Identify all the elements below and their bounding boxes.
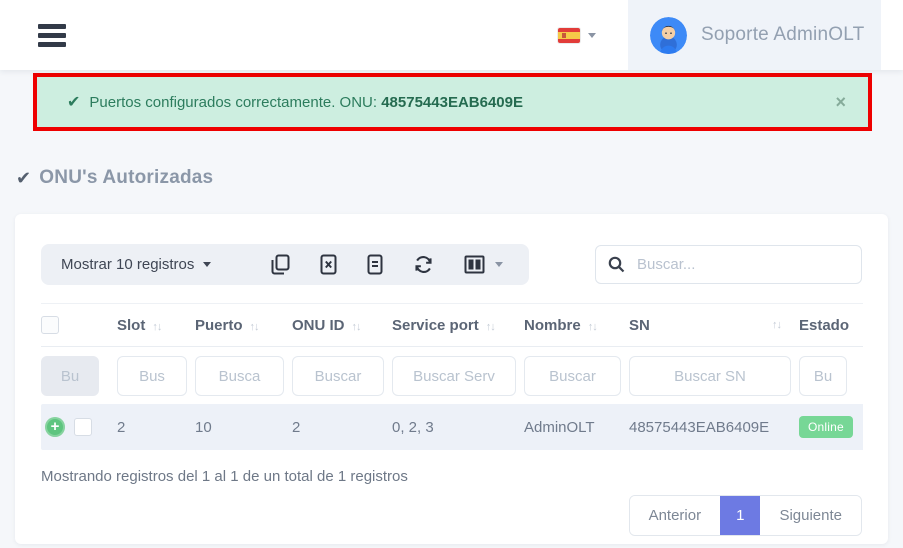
cell-slot: 2 <box>117 404 195 450</box>
cell-nombre: AdminOLT <box>524 404 629 450</box>
page-title: ✔ ONU's Autorizadas <box>16 167 903 189</box>
top-header: Soporte AdminOLT <box>0 0 903 70</box>
global-search <box>595 245 862 284</box>
sort-icon: ↑↓ <box>152 321 161 333</box>
user-avatar <box>650 17 687 54</box>
chevron-down-icon <box>495 262 503 267</box>
expand-row-icon[interactable]: + <box>45 417 65 437</box>
alert-onu-serial: 48575443EAB6409E <box>381 94 523 111</box>
filter-input-estado[interactable] <box>799 356 847 396</box>
filter-input-onu-id[interactable] <box>292 356 384 396</box>
chevron-down-icon <box>588 33 596 38</box>
sort-icon: ↑↓ <box>486 321 495 333</box>
column-header-slot[interactable]: Slot↑↓ <box>117 304 195 347</box>
status-badge: Online <box>799 416 853 438</box>
close-icon[interactable]: × <box>835 93 846 111</box>
cell-onu-id: 2 <box>292 404 392 450</box>
sort-icon: ↑↓ <box>772 319 781 331</box>
alert-message: Puertos configurados correctamente. ONU:… <box>89 94 523 111</box>
column-header-estado[interactable]: Estado <box>799 304 863 347</box>
filter-input-select <box>41 356 99 396</box>
filter-input-puerto[interactable] <box>195 356 284 396</box>
column-header-onu-id[interactable]: ONU ID↑↓ <box>292 304 392 347</box>
copy-button[interactable] <box>271 254 290 275</box>
excel-export-button[interactable] <box>320 254 337 275</box>
chevron-down-icon <box>203 262 211 267</box>
onu-table-card: Mostrar 10 registros <box>15 214 888 544</box>
check-icon: ✔ <box>67 92 80 112</box>
cell-puerto: 10 <box>195 404 292 450</box>
document-export-button[interactable] <box>367 254 383 275</box>
column-header-puerto[interactable]: Puerto↑↓ <box>195 304 292 347</box>
user-menu[interactable]: Soporte AdminOLT <box>628 0 881 70</box>
cell-sn: 48575443EAB6409E <box>629 404 799 450</box>
onu-table: Slot↑↓ Puerto↑↓ ONU ID↑↓ Service port↑↓ … <box>41 303 863 450</box>
check-icon: ✔ <box>16 168 31 189</box>
pagination: Anterior 1 Siguiente <box>629 495 862 536</box>
user-name: Soporte AdminOLT <box>701 24 864 46</box>
sort-icon: ↑↓ <box>250 321 259 333</box>
column-header-service-port[interactable]: Service port↑↓ <box>392 304 524 347</box>
search-icon <box>608 256 625 273</box>
sort-icon: ↑↓ <box>352 321 361 333</box>
success-alert: ✔ Puertos configurados correctamente. ON… <box>37 77 868 127</box>
previous-page-button[interactable]: Anterior <box>630 496 721 535</box>
sort-icon: ↑↓ <box>588 321 597 333</box>
records-info: Mostrando registros del 1 al 1 de un tot… <box>41 468 862 485</box>
filter-input-sn[interactable] <box>629 356 791 396</box>
highlight-box: ✔ Puertos configurados correctamente. ON… <box>33 73 872 131</box>
filter-input-nombre[interactable] <box>524 356 621 396</box>
table-row: + 2 10 2 0, 2, 3 AdminOLT 48575443EAB640… <box>41 404 863 450</box>
filter-input-service-port[interactable] <box>392 356 516 396</box>
row-checkbox[interactable] <box>74 418 92 436</box>
spain-flag-icon <box>558 28 580 43</box>
toolbar-pill: Mostrar 10 registros <box>41 244 529 285</box>
records-per-page-select[interactable]: Mostrar 10 registros <box>61 256 211 273</box>
filter-input-slot[interactable] <box>117 356 187 396</box>
column-header-sn[interactable]: SN↑↓ <box>629 304 799 347</box>
next-page-button[interactable]: Siguiente <box>760 496 861 535</box>
page-number-button[interactable]: 1 <box>720 496 760 535</box>
column-visibility-button[interactable] <box>464 255 503 274</box>
column-header-nombre[interactable]: Nombre↑↓ <box>524 304 629 347</box>
table-toolbar: Mostrar 10 registros <box>41 244 862 285</box>
language-selector[interactable] <box>558 28 596 43</box>
refresh-icon[interactable] <box>413 254 434 275</box>
cell-service-port: 0, 2, 3 <box>392 404 524 450</box>
select-all-checkbox[interactable] <box>41 316 59 334</box>
search-input[interactable] <box>637 256 849 273</box>
hamburger-menu-icon[interactable] <box>38 20 66 51</box>
